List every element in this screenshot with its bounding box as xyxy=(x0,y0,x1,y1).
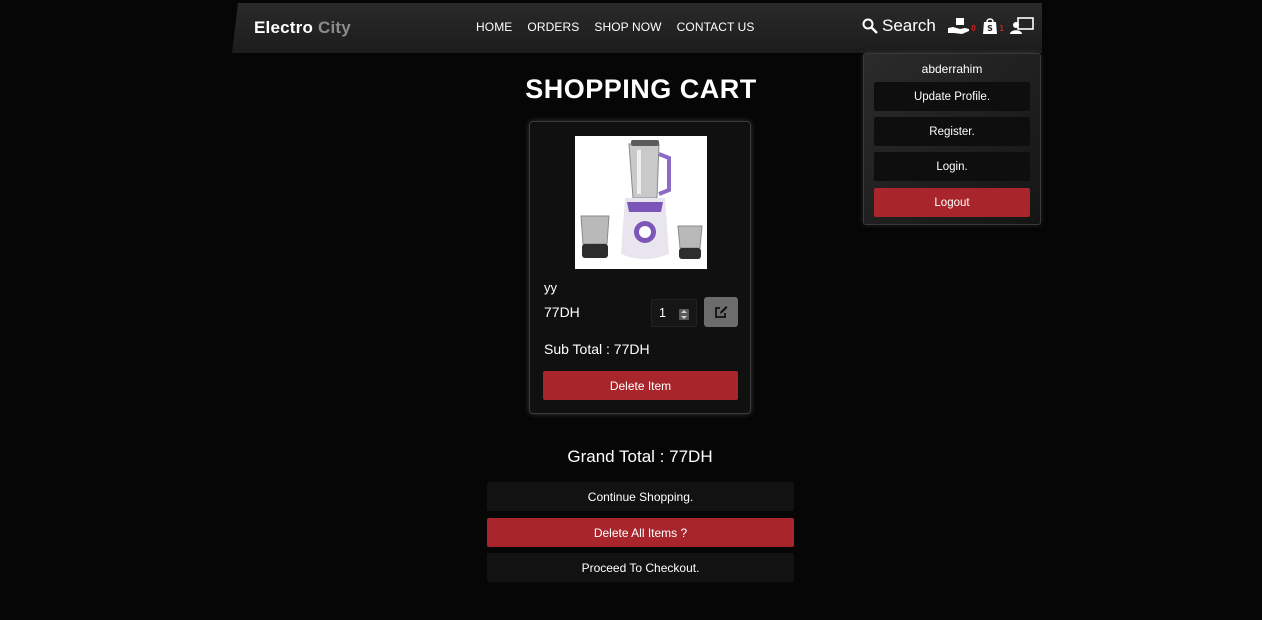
update-quantity-button[interactable] xyxy=(704,297,738,327)
register-button[interactable]: Register. xyxy=(874,117,1030,146)
grand-total: Grand Total : 77DH xyxy=(567,447,713,466)
login-button[interactable]: Login. xyxy=(874,152,1030,181)
edit-icon xyxy=(715,306,728,318)
logout-button[interactable]: Logout xyxy=(874,188,1030,217)
continue-shopping-button[interactable]: Continue Shopping. xyxy=(487,482,794,511)
user-screen-icon xyxy=(1009,17,1034,34)
proceed-to-checkout-button[interactable]: Proceed To Checkout. xyxy=(487,553,794,582)
header-actions: Search 0 S 1 xyxy=(862,16,1034,36)
orders-button[interactable]: 0 xyxy=(947,17,976,35)
shopping-bag-icon: S xyxy=(982,18,997,34)
spinner-arrows-icon[interactable] xyxy=(679,309,689,320)
nav-home[interactable]: HOME xyxy=(476,20,512,34)
cart-button[interactable]: S 1 xyxy=(982,17,1004,35)
nav-shop-now[interactable]: SHOP NOW xyxy=(594,20,661,34)
item-subtotal: Sub Total : 77DH xyxy=(544,341,650,357)
quantity-value: 1 xyxy=(659,306,666,320)
search-button[interactable]: Search xyxy=(862,16,936,36)
brand-part-2: City xyxy=(317,18,351,37)
hand-delivery-icon xyxy=(947,18,969,34)
main-nav: HOME ORDERS SHOP NOW CONTACT US xyxy=(476,20,755,34)
search-icon xyxy=(862,18,878,34)
svg-text:S: S xyxy=(987,24,993,33)
delete-item-button[interactable]: Delete Item xyxy=(543,371,738,400)
account-button[interactable] xyxy=(1009,17,1034,35)
brand-logo[interactable]: Electro City xyxy=(254,18,351,38)
orders-badge: 0 xyxy=(971,24,976,33)
product-name: yy xyxy=(544,280,557,295)
quantity-stepper[interactable]: 1 xyxy=(651,299,697,327)
cart-badge: 1 xyxy=(999,24,1004,33)
nav-orders[interactable]: ORDERS xyxy=(527,20,579,34)
product-image xyxy=(575,136,707,269)
page-title: SHOPPING CART xyxy=(525,74,757,104)
search-label: Search xyxy=(882,16,936,35)
brand-part-1: Electro xyxy=(254,18,314,37)
nav-contact-us[interactable]: CONTACT US xyxy=(677,20,755,34)
blender-illustration xyxy=(580,140,703,259)
product-price: 77DH xyxy=(544,304,580,320)
delete-all-items-button[interactable]: Delete All Items ? xyxy=(487,518,794,547)
cart-item-card: yy 77DH 1 Sub Total : 77DH Delete Item xyxy=(529,121,751,414)
top-navbar: Electro City HOME ORDERS SHOP NOW CONTAC… xyxy=(232,3,1042,53)
